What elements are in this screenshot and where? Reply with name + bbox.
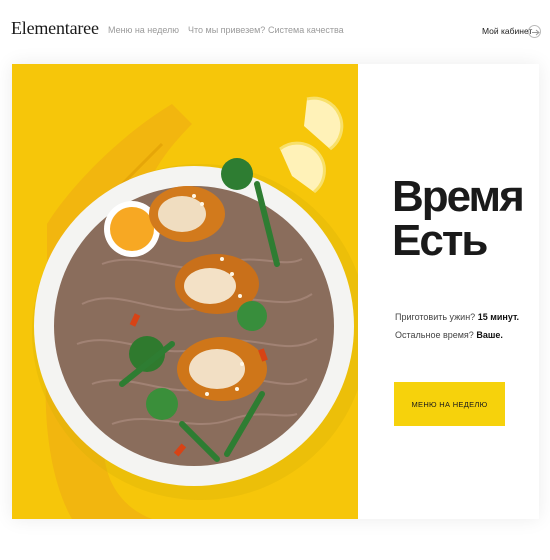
desc-line-1-label: Приготовить ужин? — [395, 312, 476, 322]
hero-headline: Время Есть — [392, 175, 532, 263]
nav-quality-system[interactable]: Система качества — [268, 25, 344, 35]
page: Elementaree Меню на неделю Что мы привез… — [0, 0, 550, 560]
account-link[interactable]: Мой кабинет — [482, 26, 532, 36]
menu-week-button[interactable]: МЕНЮ НА НЕДЕЛЮ — [394, 382, 505, 426]
food-bowl-image — [12, 64, 358, 519]
desc-line-1: Приготовить ужин? 15 минут. — [395, 308, 519, 326]
logo[interactable]: Elementaree — [11, 18, 99, 39]
desc-line-2-value: Ваше. — [476, 330, 503, 340]
hero-card: Время Есть Приготовить ужин? 15 минут. О… — [12, 64, 539, 519]
desc-line-2: Остальное время? Ваше. — [395, 326, 519, 344]
nav-what-we-deliver[interactable]: Что мы привезем? — [188, 25, 265, 35]
desc-line-2-label: Остальное время? — [395, 330, 474, 340]
hero-description: Приготовить ужин? 15 минут. Остальное вр… — [395, 308, 519, 344]
header: Elementaree Меню на неделю Что мы привез… — [0, 0, 550, 64]
headline-line-1: Время — [392, 172, 525, 222]
arrow-right-icon[interactable] — [528, 25, 541, 38]
desc-line-1-value: 15 минут. — [477, 312, 520, 322]
nav-menu-week[interactable]: Меню на неделю — [108, 25, 179, 35]
headline-line-2: Есть — [392, 216, 488, 266]
